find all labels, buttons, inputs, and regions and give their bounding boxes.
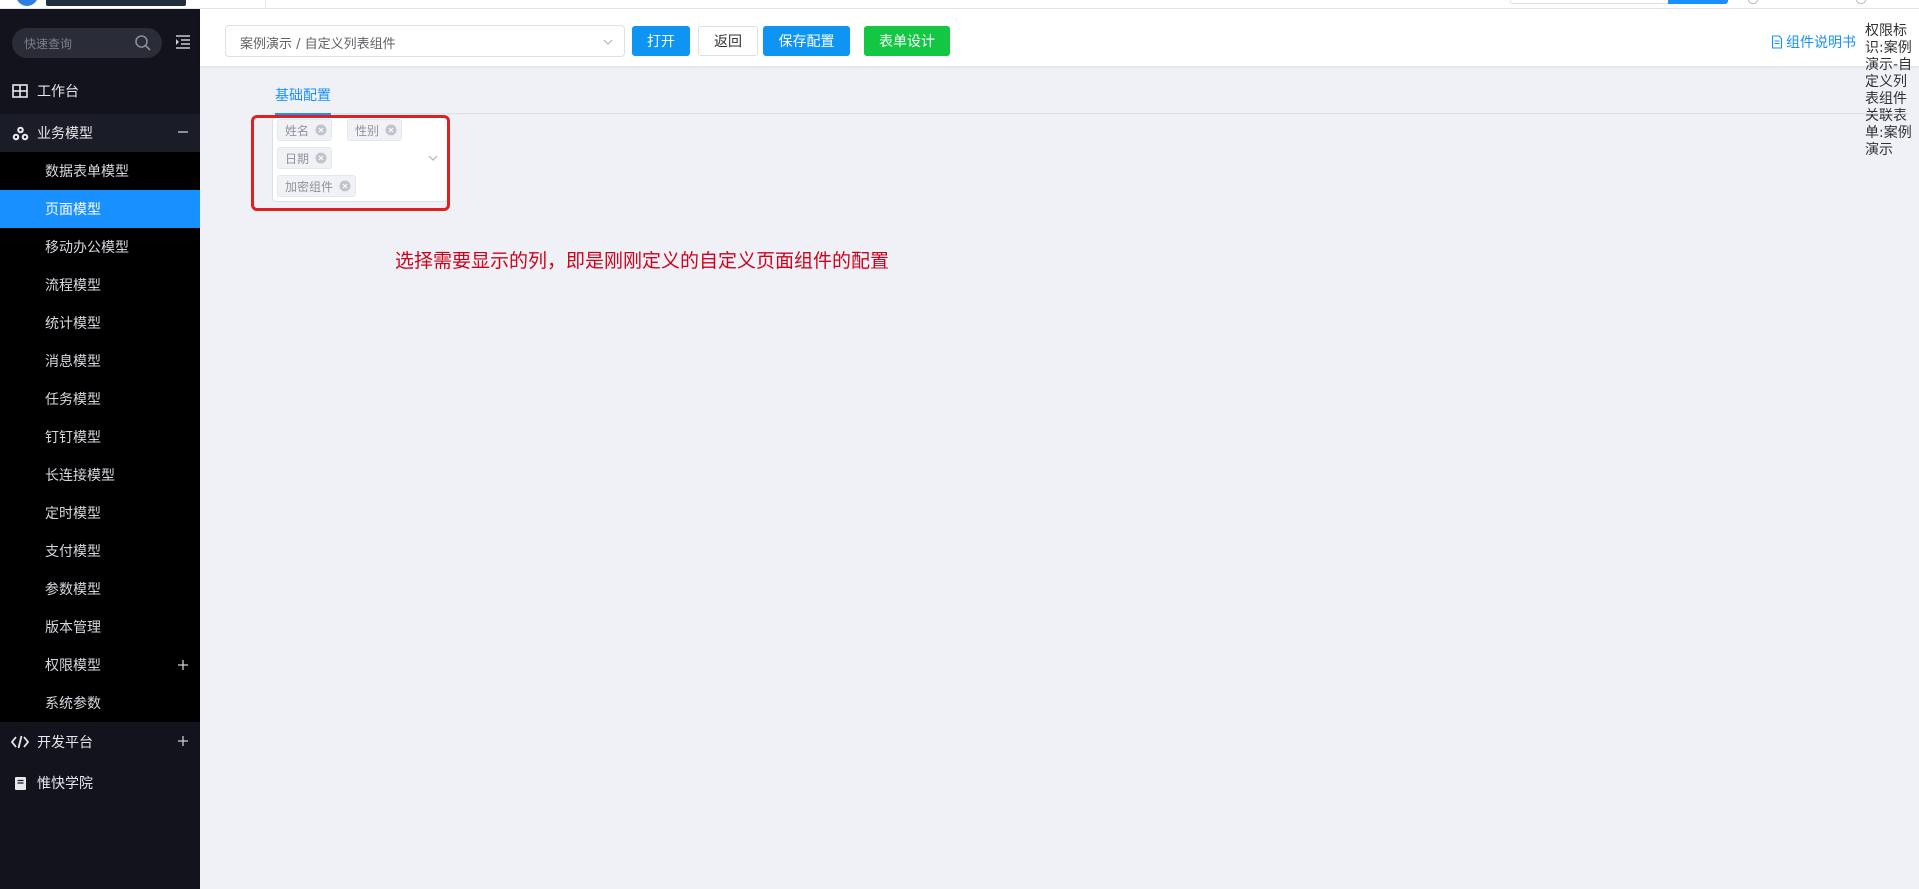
sidebar-item-workbench[interactable]: 工作台 bbox=[0, 72, 200, 110]
sidebar-item-academy[interactable]: 惟快学院 bbox=[0, 764, 200, 802]
sidebar-item-label: 权限模型 bbox=[45, 658, 101, 674]
page-path-value: 案例演示 / 自定义列表组件 bbox=[240, 37, 396, 52]
sidebar-item-label: 业务模型 bbox=[37, 126, 93, 142]
sidebar-item-label: 流程模型 bbox=[45, 278, 101, 294]
code-icon bbox=[11, 733, 29, 751]
sidebar-item-page-model[interactable]: 页面模型 bbox=[0, 190, 200, 228]
sidebar-item-label: 定时模型 bbox=[45, 506, 101, 522]
component-doc-label: 组件说明书 bbox=[1786, 35, 1856, 51]
sidebar-item-task-model[interactable]: 任务模型 bbox=[0, 380, 200, 418]
header-user-icon[interactable] bbox=[1748, 0, 1758, 4]
sidebar-item-payment-model[interactable]: 支付模型 bbox=[0, 532, 200, 570]
highlight-box bbox=[251, 115, 450, 211]
search-icon[interactable] bbox=[134, 34, 152, 52]
logo-wordmark bbox=[46, 0, 186, 6]
sidebar-item-business-model[interactable]: 业务模型 bbox=[0, 114, 200, 152]
component-doc-link[interactable]: 组件说明书 bbox=[1771, 32, 1856, 52]
sidebar-item-label: 系统参数 bbox=[45, 696, 101, 712]
table-icon bbox=[11, 82, 29, 100]
expand-plus-icon[interactable] bbox=[175, 733, 191, 749]
page-path-select[interactable]: 案例演示 / 自定义列表组件 bbox=[225, 25, 625, 57]
sidebar-item-label: 统计模型 bbox=[45, 316, 101, 332]
sidebar-item-system-params[interactable]: 系统参数 bbox=[0, 684, 200, 722]
top-header-strip bbox=[0, 0, 1919, 9]
logo-icon bbox=[16, 0, 38, 6]
sidebar-item-stats-model[interactable]: 统计模型 bbox=[0, 304, 200, 342]
sidebar-item-timer-model[interactable]: 定时模型 bbox=[0, 494, 200, 532]
sidebar-item-label: 长连接模型 bbox=[45, 468, 115, 484]
sidebar-item-label: 页面模型 bbox=[45, 202, 101, 218]
sidebar-item-label: 支付模型 bbox=[45, 544, 101, 560]
sidebar-search-input[interactable]: 快速查询 bbox=[12, 28, 162, 58]
chevron-down-icon bbox=[603, 39, 613, 45]
sidebar-item-dev-platform[interactable]: 开发平台 bbox=[0, 723, 200, 761]
open-button[interactable]: 打开 bbox=[632, 26, 690, 56]
sidebar-item-flow-model[interactable]: 流程模型 bbox=[0, 266, 200, 304]
cubes-icon bbox=[11, 124, 29, 142]
collapse-minus-icon[interactable] bbox=[175, 124, 191, 140]
expand-plus-icon[interactable] bbox=[175, 657, 191, 673]
back-button[interactable]: 返回 bbox=[698, 26, 758, 56]
sidebar-item-label: 任务模型 bbox=[45, 392, 101, 408]
document-icon bbox=[1771, 35, 1783, 49]
sidebar-item-label: 惟快学院 bbox=[37, 776, 93, 792]
header-divider bbox=[265, 0, 266, 9]
sidebar-item-label: 版本管理 bbox=[45, 620, 101, 636]
annotation-text: 选择需要显示的列，即是刚刚定义的自定义页面组件的配置 bbox=[395, 250, 890, 272]
header-search-input[interactable] bbox=[1510, 0, 1670, 4]
config-tabs: 基础配置 bbox=[272, 76, 1908, 115]
toolbar: 案例演示 / 自定义列表组件 打开 返回 保存配置 表单设计 组件说明书 权限标… bbox=[200, 9, 1919, 158]
sidebar-item-message-model[interactable]: 消息模型 bbox=[0, 342, 200, 380]
header-search-button[interactable] bbox=[1668, 0, 1728, 4]
sidebar-item-dingtalk-model[interactable]: 钉钉模型 bbox=[0, 418, 200, 456]
book-icon bbox=[11, 774, 29, 792]
menu-collapse-icon[interactable] bbox=[174, 33, 192, 51]
sidebar: 快速查询 工作台 业务模型 数据表单模型 页面模型 移动办公模型 流程模型 统计… bbox=[0, 9, 200, 889]
header-settings-icon[interactable] bbox=[1856, 0, 1866, 4]
sidebar-item-version-mgmt[interactable]: 版本管理 bbox=[0, 608, 200, 646]
sidebar-item-label: 参数模型 bbox=[45, 582, 101, 598]
save-config-button[interactable]: 保存配置 bbox=[763, 26, 850, 56]
related-form-row: 关联表单:案例演示 bbox=[1865, 108, 1919, 159]
sidebar-item-label: 移动办公模型 bbox=[45, 240, 129, 256]
sidebar-item-label: 钉钉模型 bbox=[45, 430, 101, 446]
tab-basic-config[interactable]: 基础配置 bbox=[275, 85, 331, 115]
sidebar-item-label: 开发平台 bbox=[37, 735, 93, 751]
sidebar-item-longconn-model[interactable]: 长连接模型 bbox=[0, 456, 200, 494]
sidebar-search-placeholder: 快速查询 bbox=[24, 37, 73, 51]
sidebar-item-label: 消息模型 bbox=[45, 354, 101, 370]
sidebar-item-label: 数据表单模型 bbox=[45, 164, 129, 180]
sidebar-item-permission-model[interactable]: 权限模型 bbox=[0, 646, 200, 684]
form-design-button[interactable]: 表单设计 bbox=[864, 26, 950, 56]
sidebar-item-form-model[interactable]: 数据表单模型 bbox=[0, 152, 200, 190]
sidebar-item-label: 工作台 bbox=[37, 84, 79, 100]
sidebar-item-mobile-model[interactable]: 移动办公模型 bbox=[0, 228, 200, 266]
sidebar-item-param-model[interactable]: 参数模型 bbox=[0, 570, 200, 608]
